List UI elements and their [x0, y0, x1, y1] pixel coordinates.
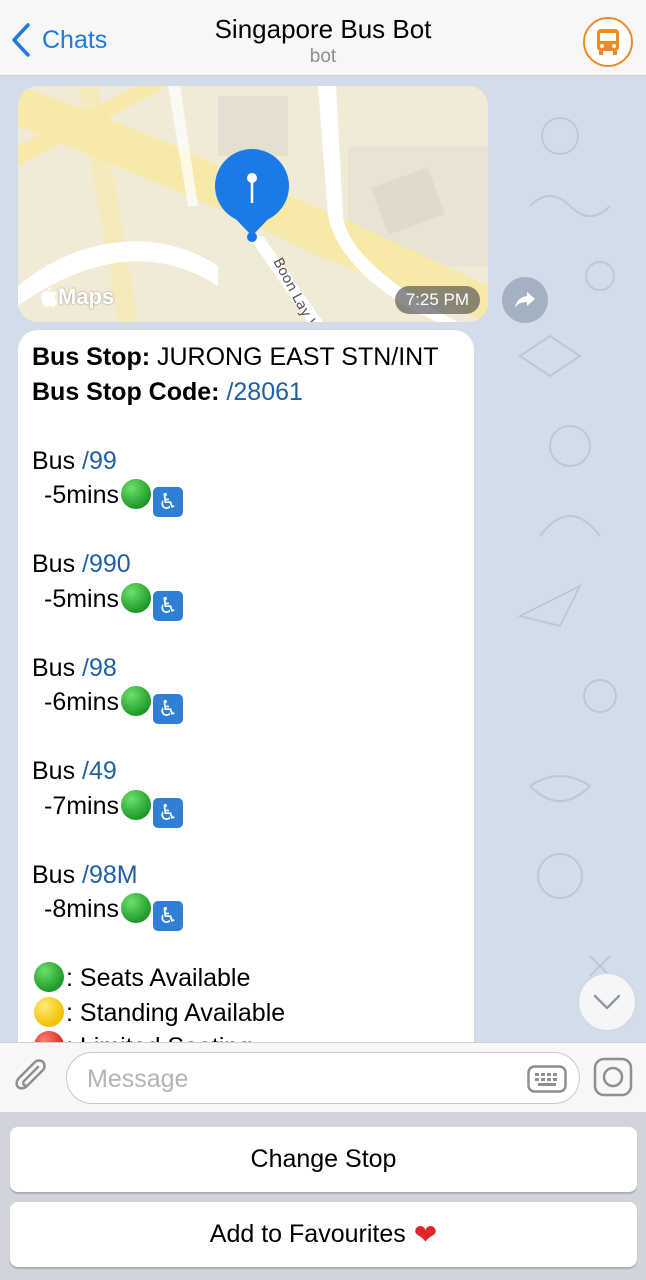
reply-keyboard: Change Stop Add to Favourites ❤	[0, 1112, 646, 1280]
bus-stop-label: Bus Stop:	[32, 343, 151, 371]
chat-subtitle: bot	[309, 46, 337, 67]
bus-prefix: Bus	[32, 860, 76, 889]
legend-text: : Limited Seating	[66, 1033, 252, 1042]
change-stop-button[interactable]: Change Stop	[10, 1127, 637, 1192]
scroll-to-bottom-button[interactable]	[578, 973, 636, 1031]
share-button[interactable]	[502, 277, 548, 323]
chat-header: Chats Singapore Bus Bot bot	[0, 0, 646, 76]
wheelchair-icon: ♿	[153, 901, 184, 931]
legend-text: : Standing Available	[66, 998, 286, 1027]
bus-eta: -7mins	[44, 791, 120, 820]
bus-icon	[597, 29, 619, 55]
bus-number-link[interactable]: /98M	[82, 861, 138, 889]
add-to-favourites-button[interactable]: Add to Favourites ❤	[10, 1202, 637, 1267]
seats-available-icon	[121, 789, 152, 820]
apple-icon	[41, 287, 57, 307]
bus-stop-code-link[interactable]: /28061	[226, 378, 302, 406]
maps-label: Maps	[58, 284, 115, 309]
message-field[interactable]	[66, 1052, 580, 1104]
bus-number-link[interactable]: /99	[82, 447, 117, 475]
bus-prefix: Bus	[32, 653, 76, 682]
camera-icon[interactable]	[593, 1057, 633, 1097]
yellow-circle-icon	[34, 996, 64, 1027]
bus-arrival-message: Bus Stop: JURONG EAST STN/INT Bus Stop C…	[18, 330, 474, 1042]
wheelchair-icon: ♿	[153, 797, 184, 828]
green-circle-icon	[34, 962, 64, 992]
paperclip-icon[interactable]	[14, 1059, 52, 1099]
bus-prefix: Bus	[32, 550, 76, 578]
location-map-bubble[interactable]: Boon Lay Wa Maps 7:25 PM	[18, 86, 488, 322]
maps-logo: Maps	[40, 284, 114, 310]
bus-number-link[interactable]: /98	[82, 654, 117, 682]
share-arrow-icon	[515, 292, 535, 308]
red-circle-icon	[34, 1031, 64, 1042]
bus-number-link[interactable]: /990	[82, 550, 131, 578]
change-stop-label: Change Stop	[250, 1145, 397, 1173]
chevron-down-icon	[593, 994, 621, 1010]
seats-available-icon	[121, 893, 152, 923]
add-favourites-label: Add to Favourites	[209, 1220, 406, 1248]
bus-prefix: Bus	[32, 446, 76, 475]
message-time: 7:25 PM	[394, 286, 480, 314]
bus-stop-code-label: Bus Stop Code:	[32, 377, 220, 406]
seats-available-icon	[121, 686, 152, 716]
bus-prefix: Bus	[32, 757, 76, 785]
bus-eta: -5mins	[44, 584, 120, 613]
wallpaper-pattern	[517, 117, 617, 977]
seats-available-icon	[121, 582, 152, 613]
bus-stop-name: JURONG EAST STN/INT	[157, 343, 439, 371]
message-input-bar	[0, 1042, 646, 1112]
legend-text: : Seats Available	[66, 964, 251, 992]
heart-icon: ❤	[413, 1219, 438, 1250]
keyboard-icon[interactable]	[527, 1065, 567, 1093]
bus-eta: -6mins	[44, 688, 120, 716]
bus-eta: -8mins	[44, 895, 120, 923]
wheelchair-icon: ♿	[153, 694, 184, 724]
bus-number-link[interactable]: /49	[82, 757, 117, 785]
wheelchair-icon: ♿	[153, 487, 184, 517]
seats-available-icon	[121, 479, 152, 509]
bot-avatar[interactable]	[583, 17, 633, 67]
bus-eta: -5mins	[44, 481, 120, 509]
chat-area[interactable]: Boon Lay Wa Maps 7:25 PM Bus Stop: JURON…	[0, 76, 646, 1042]
chat-title[interactable]: Singapore Bus Bot	[0, 14, 646, 45]
message-input[interactable]	[87, 1065, 507, 1094]
wheelchair-icon: ♿	[153, 590, 184, 621]
